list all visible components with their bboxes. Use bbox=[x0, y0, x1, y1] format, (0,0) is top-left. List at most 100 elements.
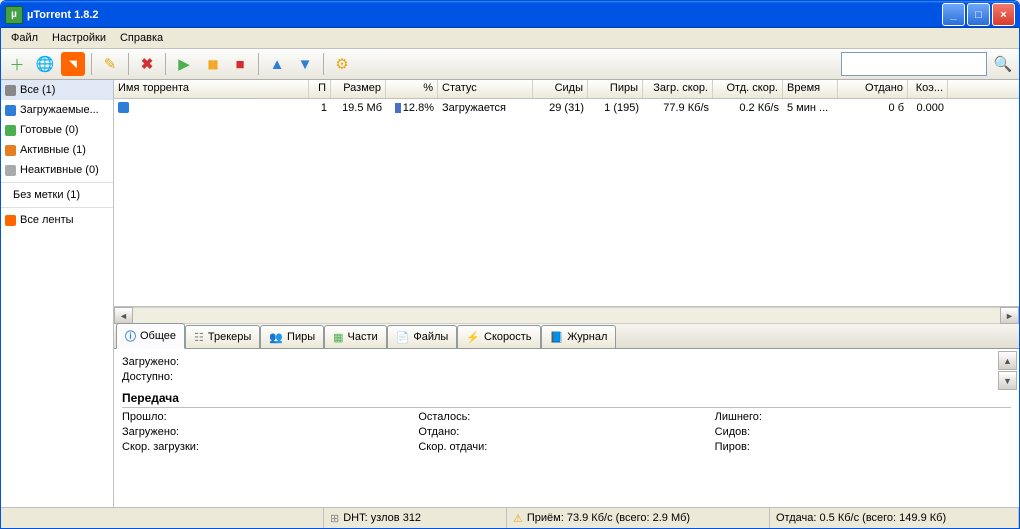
scroll-left-icon[interactable]: ◄ bbox=[114, 307, 133, 324]
col-header[interactable]: Статус bbox=[438, 80, 533, 98]
cell: 0.2 Кб/s bbox=[713, 102, 783, 114]
tab-log[interactable]: 📘Журнал bbox=[541, 325, 617, 348]
cell: Загружается bbox=[438, 102, 533, 114]
horizontal-scrollbar[interactable]: ◄ ► bbox=[114, 306, 1019, 324]
wasted-label: Лишнего: bbox=[715, 411, 1011, 423]
status-upload[interactable]: Отдача: 0.5 Кб/с (всего: 149.9 Кб) bbox=[770, 508, 1019, 528]
cell bbox=[114, 102, 309, 114]
progress-bar bbox=[395, 103, 401, 113]
search-input[interactable] bbox=[841, 52, 987, 76]
rss-icon[interactable]: ◥ bbox=[61, 52, 85, 76]
col-header[interactable]: Коэ... bbox=[908, 80, 948, 98]
active-icon bbox=[5, 145, 16, 156]
preferences-icon[interactable]: ⚙ bbox=[330, 52, 354, 76]
detail-scroll-down-icon[interactable]: ▼ bbox=[998, 371, 1017, 390]
torrent-list-header: Имя торрентаПРазмер%СтатусСидыПирыЗагр. … bbox=[114, 80, 1019, 99]
col-header[interactable]: Размер bbox=[331, 80, 386, 98]
col-header[interactable]: % bbox=[386, 80, 438, 98]
sidebar-item-all[interactable]: Все (1) bbox=[1, 80, 113, 100]
app-icon: µ bbox=[5, 6, 23, 24]
titlebar[interactable]: µ µTorrent 1.8.2 _ □ × bbox=[1, 1, 1019, 28]
search-icon[interactable]: 🔍 bbox=[991, 52, 1015, 76]
torrent-list[interactable]: 119.5 Мб12.8%Загружается29 (31)1 (195)77… bbox=[114, 99, 1019, 306]
log-icon: 📘 bbox=[550, 331, 564, 344]
speed-icon: ⚡ bbox=[466, 331, 480, 344]
detail-tabs: ⓘОбщее ☷Трекеры 👥Пиры ▦Части 📄Файлы ⚡Ско… bbox=[114, 324, 1019, 349]
col-header[interactable]: П bbox=[309, 80, 331, 98]
uploaded-label: Отдано: bbox=[418, 426, 714, 438]
pause-icon[interactable]: ▮▮ bbox=[200, 52, 224, 76]
sidebar: Все (1) Загружаемые... Готовые (0) Актив… bbox=[1, 80, 114, 507]
sidebar-item-downloading[interactable]: Загружаемые... bbox=[1, 100, 113, 120]
col-header[interactable]: Сиды bbox=[533, 80, 588, 98]
warning-icon: ⚠ bbox=[513, 512, 523, 525]
start-icon[interactable]: ▶ bbox=[172, 52, 196, 76]
cell: 19.5 Мб bbox=[331, 102, 386, 114]
torrent-row[interactable]: 119.5 Мб12.8%Загружается29 (31)1 (195)77… bbox=[114, 99, 1019, 116]
stop-icon[interactable]: ■ bbox=[228, 52, 252, 76]
cell: 12.8% bbox=[386, 102, 438, 114]
elapsed-label: Прошло: bbox=[122, 411, 418, 423]
network-icon: ⊞ bbox=[330, 512, 339, 525]
cell: 0.000 bbox=[908, 102, 948, 114]
rss-feed-icon bbox=[5, 215, 16, 226]
col-header[interactable]: Пиры bbox=[588, 80, 643, 98]
seeds-label: Сидов: bbox=[715, 426, 1011, 438]
cell: 1 bbox=[309, 102, 331, 114]
downloaded-label: Загружено: bbox=[122, 426, 418, 438]
tab-speed[interactable]: ⚡Скорость bbox=[457, 325, 540, 348]
peers-label: Пиров: bbox=[715, 441, 1011, 453]
add-url-icon[interactable]: 🌐 bbox=[33, 52, 57, 76]
detail-panel: ▲ ▼ Загружено: Доступно: Передача Прошло… bbox=[114, 349, 1019, 507]
ulspeed-label: Скор. отдачи: bbox=[418, 441, 714, 453]
sidebar-item-active[interactable]: Активные (1) bbox=[1, 140, 113, 160]
create-torrent-icon[interactable]: ✎ bbox=[98, 52, 122, 76]
info-icon: ⓘ bbox=[125, 328, 136, 344]
toolbar: ＋ 🌐 ◥ ✎ ✖ ▶ ▮▮ ■ ▲ ▼ ⚙ 🔍 bbox=[1, 49, 1019, 80]
window-title: µTorrent 1.8.2 bbox=[27, 9, 942, 21]
cell: 77.9 Кб/s bbox=[643, 102, 713, 114]
menu-file[interactable]: Файл bbox=[5, 30, 44, 46]
scroll-right-icon[interactable]: ► bbox=[1000, 307, 1019, 324]
col-header[interactable]: Время bbox=[783, 80, 838, 98]
cell: 0 б bbox=[838, 102, 908, 114]
status-download[interactable]: ⚠Приём: 73.9 Кб/с (всего: 2.9 Мб) bbox=[507, 508, 770, 528]
tab-trackers[interactable]: ☷Трекеры bbox=[185, 325, 260, 348]
move-down-icon[interactable]: ▼ bbox=[293, 52, 317, 76]
col-header[interactable]: Отд. скор. bbox=[713, 80, 783, 98]
done-icon bbox=[5, 125, 16, 136]
transfer-title: Передача bbox=[122, 391, 1011, 408]
menu-help[interactable]: Справка bbox=[114, 30, 169, 46]
close-button[interactable]: × bbox=[992, 3, 1015, 26]
tab-general[interactable]: ⓘОбщее bbox=[116, 323, 185, 349]
sidebar-item-nolabel[interactable]: Без метки (1) bbox=[1, 185, 113, 205]
add-torrent-icon[interactable]: ＋ bbox=[5, 52, 29, 76]
menubar: Файл Настройки Справка bbox=[1, 28, 1019, 49]
status-dht[interactable]: ⊞DHT: узлов 312 bbox=[324, 508, 507, 528]
app-window: µ µTorrent 1.8.2 _ □ × Файл Настройки Сп… bbox=[0, 0, 1020, 529]
col-header[interactable]: Имя торрента bbox=[114, 80, 309, 98]
sidebar-item-feeds[interactable]: Все ленты bbox=[1, 210, 113, 230]
minimize-button[interactable]: _ bbox=[942, 3, 965, 26]
remove-icon[interactable]: ✖ bbox=[135, 52, 159, 76]
cell: 29 (31) bbox=[533, 102, 588, 114]
remaining-label: Осталось: bbox=[418, 411, 714, 423]
cell: 5 мин ... bbox=[783, 102, 838, 114]
detail-scroll-up-icon[interactable]: ▲ bbox=[998, 351, 1017, 370]
maximize-button[interactable]: □ bbox=[967, 3, 990, 26]
tab-pieces[interactable]: ▦Части bbox=[324, 325, 387, 348]
menu-settings[interactable]: Настройки bbox=[46, 30, 112, 46]
tab-files[interactable]: 📄Файлы bbox=[387, 325, 458, 348]
col-header[interactable]: Отдано bbox=[838, 80, 908, 98]
move-up-icon[interactable]: ▲ bbox=[265, 52, 289, 76]
sidebar-item-completed[interactable]: Готовые (0) bbox=[1, 120, 113, 140]
inactive-icon bbox=[5, 165, 16, 176]
dlspeed-label: Скор. загрузки: bbox=[122, 441, 418, 453]
files-icon: 📄 bbox=[396, 331, 410, 344]
tab-peers[interactable]: 👥Пиры bbox=[260, 325, 324, 348]
peers-icon: 👥 bbox=[269, 331, 283, 344]
col-header[interactable]: Загр. скор. bbox=[643, 80, 713, 98]
pieces-icon: ▦ bbox=[333, 331, 343, 344]
statusbar: ⊞DHT: узлов 312 ⚠Приём: 73.9 Кб/с (всего… bbox=[1, 507, 1019, 528]
sidebar-item-inactive[interactable]: Неактивные (0) bbox=[1, 160, 113, 180]
